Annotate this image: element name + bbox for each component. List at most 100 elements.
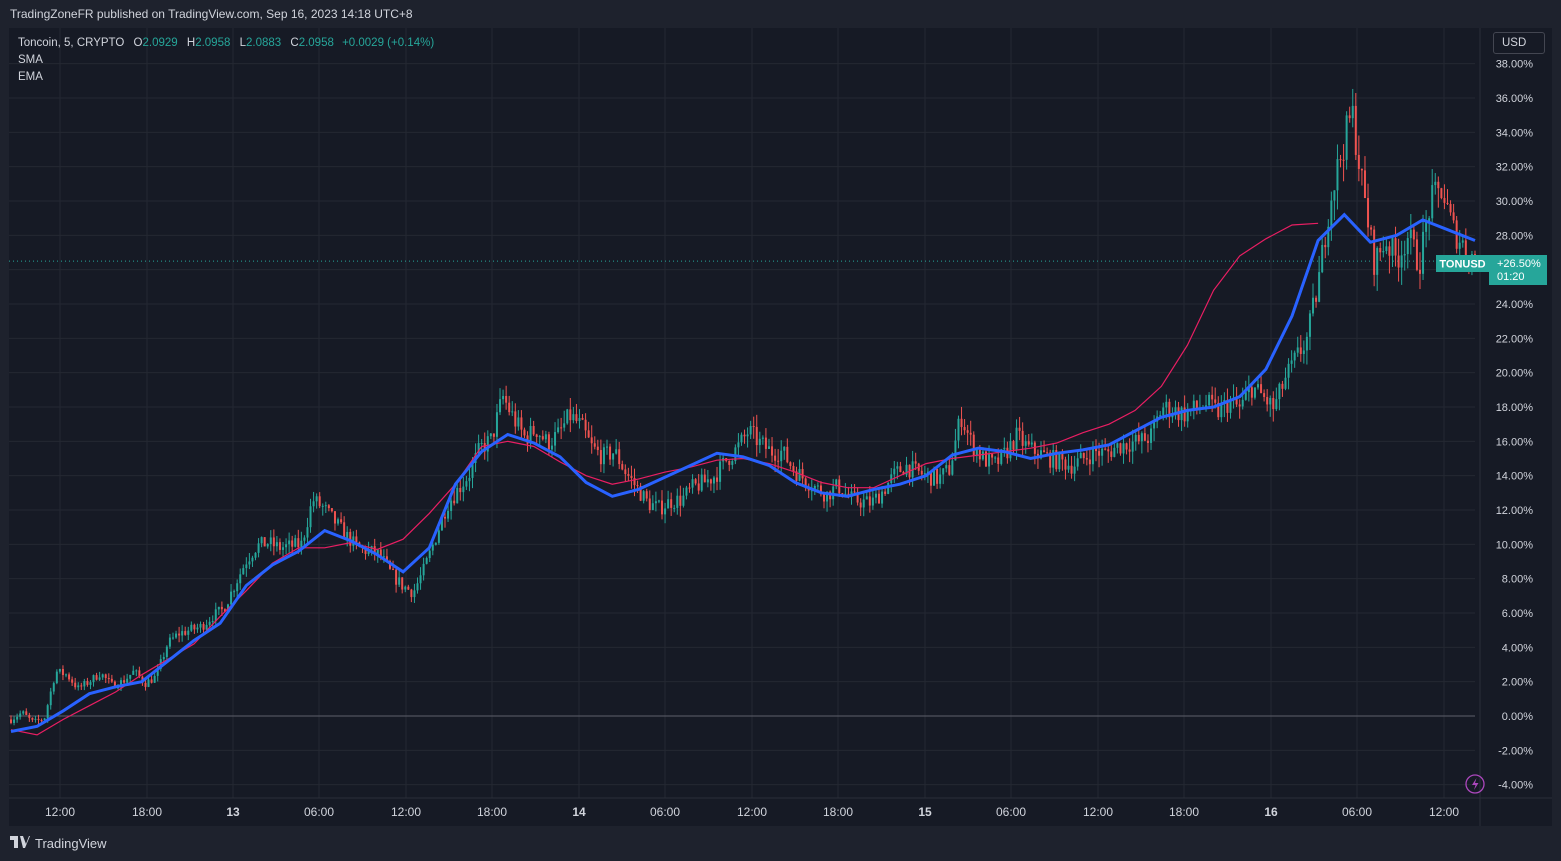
- candle-body: [107, 678, 110, 680]
- candle-body: [688, 487, 691, 489]
- candle-body: [324, 505, 327, 507]
- chart-canvas[interactable]: 12:00 18:00 13 06:00 12:00 18:00 14 06:00 12:00 1…: [9, 28, 1552, 826]
- candle-body: [508, 402, 511, 413]
- candle-body: [489, 433, 492, 437]
- candle-body: [419, 575, 422, 584]
- candle-body: [1269, 397, 1272, 405]
- candle-body: [731, 461, 734, 465]
- candle-body: [1067, 465, 1070, 470]
- candle-body: [963, 427, 966, 431]
- candle-body: [413, 590, 416, 598]
- candle-body: [1367, 198, 1370, 228]
- candle-body: [468, 477, 471, 482]
- candle-body: [1464, 240, 1467, 256]
- candle-body: [523, 429, 526, 436]
- candle-body: [428, 550, 431, 559]
- candle-body: [450, 500, 453, 511]
- candle-body: [456, 487, 459, 504]
- candle-body: [312, 501, 315, 507]
- candle-body: [337, 519, 340, 524]
- candle-body: [211, 621, 214, 623]
- candle-body: [642, 491, 645, 501]
- symbol-name[interactable]: Toncoin, 5, CRYPTO: [18, 37, 124, 49]
- candle-body: [981, 451, 984, 460]
- candle-body: [1064, 459, 1067, 470]
- candle-body: [1348, 115, 1351, 119]
- candle-body: [1330, 200, 1333, 227]
- candle-body: [517, 417, 520, 427]
- symbol-tag: TONUSD: [1439, 259, 1485, 271]
- candle-body: [217, 606, 220, 610]
- candle-body: [272, 537, 275, 547]
- candle-body: [1162, 407, 1165, 416]
- candle-body: [566, 409, 569, 424]
- candle-body: [737, 442, 740, 448]
- candle-body: [544, 434, 547, 440]
- candle-body: [767, 446, 770, 449]
- candle-body: [434, 542, 437, 545]
- candle-body: [624, 469, 627, 475]
- candle-body: [37, 718, 40, 720]
- candle-body: [670, 499, 673, 508]
- candle-body: [230, 591, 233, 605]
- candle-body: [1208, 394, 1211, 406]
- candle-body: [572, 414, 575, 421]
- candle-body: [13, 719, 16, 723]
- candle-body: [1021, 430, 1024, 446]
- candle-body: [685, 487, 688, 496]
- candle-body: [547, 434, 550, 450]
- candle-body: [761, 437, 764, 439]
- indicator-ema[interactable]: EMA: [18, 69, 434, 86]
- candle-body: [1305, 336, 1308, 351]
- x-tick-label: 12:00: [45, 805, 75, 819]
- candle-body: [153, 675, 156, 683]
- y-tick-label: 28.00%: [1496, 230, 1534, 242]
- candle-body: [881, 491, 884, 504]
- candle-body: [1388, 246, 1391, 256]
- y-tick-label: 10.00%: [1496, 539, 1534, 551]
- lightning-icon[interactable]: [1465, 774, 1485, 794]
- candle-body: [275, 542, 278, 547]
- candle-body: [1250, 387, 1253, 398]
- candle-body: [896, 466, 899, 469]
- candle-body: [1214, 399, 1217, 403]
- candle-body: [746, 434, 749, 437]
- candle-body: [703, 474, 706, 483]
- currency-button[interactable]: USD: [1493, 32, 1545, 54]
- candle-body: [1137, 434, 1140, 442]
- candle-body: [874, 493, 877, 498]
- candle-body: [648, 498, 651, 511]
- candle-body: [278, 542, 281, 550]
- candle-body: [1275, 399, 1278, 410]
- x-tick-label: 12:00: [1083, 805, 1113, 819]
- candle-body: [1379, 248, 1382, 253]
- candle-body: [1134, 434, 1137, 442]
- candle-body: [144, 682, 147, 687]
- candle-body: [581, 418, 584, 420]
- candle-body: [1284, 377, 1287, 389]
- candle-body: [752, 426, 755, 428]
- candle-body: [1082, 452, 1085, 459]
- candle-body: [1180, 407, 1183, 421]
- candle-body: [878, 493, 881, 504]
- candle-body: [1363, 170, 1366, 199]
- candle-body: [266, 544, 269, 547]
- candle-body: [1370, 227, 1373, 230]
- chart-area[interactable]: 12:00 18:00 13 06:00 12:00 18:00 14 06:00 12:00 1…: [9, 28, 1552, 826]
- candle-body: [1256, 384, 1259, 388]
- candle-body: [502, 396, 505, 400]
- candle-body: [1128, 449, 1131, 452]
- candle-body: [789, 462, 792, 466]
- candle-body: [587, 430, 590, 438]
- candle-body: [1195, 400, 1198, 409]
- candle-body: [282, 547, 285, 550]
- candle-body: [654, 501, 657, 504]
- candle-body: [1244, 392, 1247, 400]
- y-tick-label: 18.00%: [1496, 402, 1534, 414]
- candle-body: [257, 543, 260, 553]
- candle-body: [318, 496, 321, 507]
- candle-body: [1422, 231, 1425, 274]
- change-value: +0.0029 (+0.14%): [342, 37, 435, 49]
- candle-body: [997, 457, 1000, 464]
- indicator-sma[interactable]: SMA: [18, 52, 434, 69]
